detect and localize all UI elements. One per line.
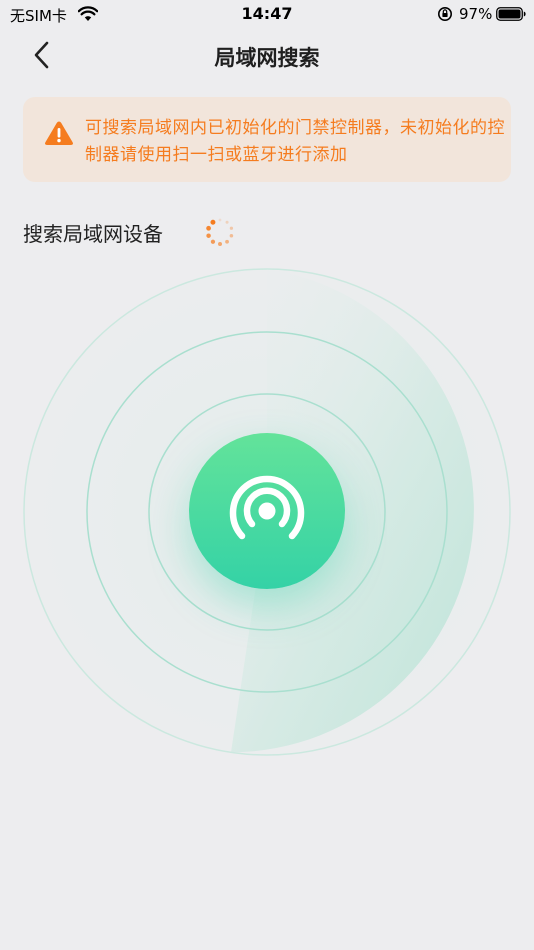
spinner-dot: [218, 218, 222, 222]
spinner-dot: [218, 242, 222, 246]
warning-message: 可搜索局域网内已初始化的门禁控制器，未初始化的控制器请使用扫一扫或蓝牙进行添加: [85, 118, 505, 165]
search-status-label: 搜索局域网设备: [23, 222, 163, 246]
broadcast-icon: [229, 475, 305, 540]
spinner-icon: [206, 218, 234, 246]
warning-triangle-icon: [45, 121, 73, 145]
orientation-lock-icon: [438, 7, 452, 21]
navigation-bar: 局域网搜索: [0, 30, 534, 80]
clock-time: 14:47: [241, 4, 293, 23]
page-title: 局域网搜索: [214, 46, 320, 70]
spinner-dot: [225, 220, 229, 224]
battery-percent: 97%: [459, 5, 493, 23]
spinner-dot: [210, 219, 216, 225]
warning-banner: 可搜索局域网内已初始化的门禁控制器，未初始化的控制器请使用扫一扫或蓝牙进行添加: [23, 97, 511, 182]
spinner-dot: [206, 233, 211, 238]
spinner-dot: [229, 233, 234, 238]
status-bar: 无SIM卡 14:47 97%: [0, 0, 534, 30]
battery-icon: [496, 7, 526, 21]
radar-center-button[interactable]: [189, 433, 345, 589]
spinner-dot: [210, 239, 216, 244]
spinner-dot: [229, 226, 234, 230]
spinner-dot: [225, 239, 229, 244]
spinner-dot: [206, 225, 211, 231]
